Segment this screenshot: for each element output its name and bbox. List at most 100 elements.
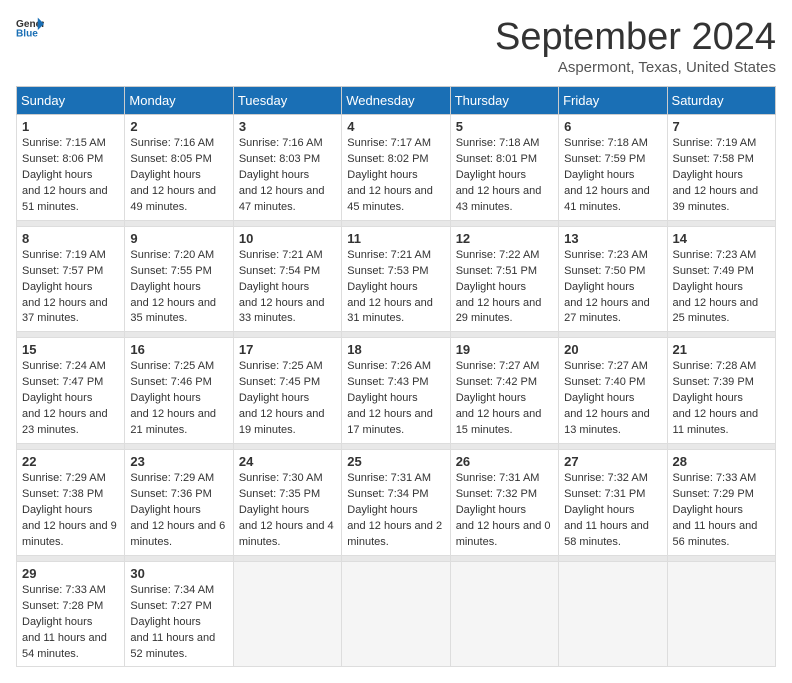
weekday-header-row: Sunday Monday Tuesday Wednesday Thursday…: [17, 87, 776, 115]
day-info: Sunrise: 7:22 AM Sunset: 7:51 PM Dayligh…: [456, 248, 553, 328]
day-number: 5: [456, 119, 553, 134]
day-number: 10: [239, 231, 336, 246]
day-info: Sunrise: 7:19 AM Sunset: 7:58 PM Dayligh…: [673, 136, 770, 216]
day-info: Sunrise: 7:16 AM Sunset: 8:03 PM Dayligh…: [239, 136, 336, 216]
day-cell-27: 27 Sunrise: 7:32 AM Sunset: 7:31 PM Dayl…: [559, 450, 667, 556]
day-info: Sunrise: 7:21 AM Sunset: 7:54 PM Dayligh…: [239, 248, 336, 328]
day-cell-11: 11 Sunrise: 7:21 AM Sunset: 7:53 PM Dayl…: [342, 226, 450, 332]
day-number: 23: [130, 454, 227, 469]
day-number: 9: [130, 231, 227, 246]
day-cell-25: 25 Sunrise: 7:31 AM Sunset: 7:34 PM Dayl…: [342, 450, 450, 556]
day-number: 30: [130, 566, 227, 581]
day-number: 2: [130, 119, 227, 134]
header-monday: Monday: [125, 87, 233, 115]
logo: General Blue: [16, 16, 44, 38]
week-row-4: 22 Sunrise: 7:29 AM Sunset: 7:38 PM Dayl…: [17, 450, 776, 556]
day-cell-2: 2 Sunrise: 7:16 AM Sunset: 8:05 PM Dayli…: [125, 115, 233, 221]
day-info: Sunrise: 7:31 AM Sunset: 7:32 PM Dayligh…: [456, 471, 553, 551]
day-number: 3: [239, 119, 336, 134]
day-info: Sunrise: 7:26 AM Sunset: 7:43 PM Dayligh…: [347, 359, 444, 439]
day-info: Sunrise: 7:28 AM Sunset: 7:39 PM Dayligh…: [673, 359, 770, 439]
day-cell-10: 10 Sunrise: 7:21 AM Sunset: 7:54 PM Dayl…: [233, 226, 341, 332]
day-number: 27: [564, 454, 661, 469]
empty-cell: [342, 561, 450, 667]
day-number: 22: [22, 454, 119, 469]
day-number: 25: [347, 454, 444, 469]
day-number: 13: [564, 231, 661, 246]
day-info: Sunrise: 7:21 AM Sunset: 7:53 PM Dayligh…: [347, 248, 444, 328]
day-cell-22: 22 Sunrise: 7:29 AM Sunset: 7:38 PM Dayl…: [17, 450, 125, 556]
empty-cell: [559, 561, 667, 667]
day-cell-17: 17 Sunrise: 7:25 AM Sunset: 7:45 PM Dayl…: [233, 338, 341, 444]
day-number: 18: [347, 342, 444, 357]
day-cell-7: 7 Sunrise: 7:19 AM Sunset: 7:58 PM Dayli…: [667, 115, 775, 221]
day-number: 20: [564, 342, 661, 357]
day-cell-13: 13 Sunrise: 7:23 AM Sunset: 7:50 PM Dayl…: [559, 226, 667, 332]
day-info: Sunrise: 7:25 AM Sunset: 7:45 PM Dayligh…: [239, 359, 336, 439]
empty-cell: [667, 561, 775, 667]
day-info: Sunrise: 7:34 AM Sunset: 7:27 PM Dayligh…: [130, 583, 227, 663]
day-cell-30: 30 Sunrise: 7:34 AM Sunset: 7:27 PM Dayl…: [125, 561, 233, 667]
day-cell-16: 16 Sunrise: 7:25 AM Sunset: 7:46 PM Dayl…: [125, 338, 233, 444]
day-cell-24: 24 Sunrise: 7:30 AM Sunset: 7:35 PM Dayl…: [233, 450, 341, 556]
day-cell-21: 21 Sunrise: 7:28 AM Sunset: 7:39 PM Dayl…: [667, 338, 775, 444]
day-number: 19: [456, 342, 553, 357]
week-row-3: 15 Sunrise: 7:24 AM Sunset: 7:47 PM Dayl…: [17, 338, 776, 444]
week-row-2: 8 Sunrise: 7:19 AM Sunset: 7:57 PM Dayli…: [17, 226, 776, 332]
svg-text:Blue: Blue: [16, 28, 38, 38]
day-info: Sunrise: 7:24 AM Sunset: 7:47 PM Dayligh…: [22, 359, 119, 439]
month-title: September 2024: [495, 16, 776, 59]
day-info: Sunrise: 7:33 AM Sunset: 7:29 PM Dayligh…: [673, 471, 770, 551]
day-number: 21: [673, 342, 770, 357]
day-info: Sunrise: 7:23 AM Sunset: 7:50 PM Dayligh…: [564, 248, 661, 328]
day-cell-14: 14 Sunrise: 7:23 AM Sunset: 7:49 PM Dayl…: [667, 226, 775, 332]
logo-icon: General Blue: [16, 16, 44, 38]
day-number: 28: [673, 454, 770, 469]
empty-cell: [450, 561, 558, 667]
day-info: Sunrise: 7:32 AM Sunset: 7:31 PM Dayligh…: [564, 471, 661, 551]
day-cell-20: 20 Sunrise: 7:27 AM Sunset: 7:40 PM Dayl…: [559, 338, 667, 444]
week-row-1: 1 Sunrise: 7:15 AM Sunset: 8:06 PM Dayli…: [17, 115, 776, 221]
day-cell-19: 19 Sunrise: 7:27 AM Sunset: 7:42 PM Dayl…: [450, 338, 558, 444]
day-number: 8: [22, 231, 119, 246]
day-number: 24: [239, 454, 336, 469]
day-number: 7: [673, 119, 770, 134]
day-info: Sunrise: 7:18 AM Sunset: 7:59 PM Dayligh…: [564, 136, 661, 216]
week-row-5: 29 Sunrise: 7:33 AM Sunset: 7:28 PM Dayl…: [17, 561, 776, 667]
day-cell-9: 9 Sunrise: 7:20 AM Sunset: 7:55 PM Dayli…: [125, 226, 233, 332]
day-info: Sunrise: 7:31 AM Sunset: 7:34 PM Dayligh…: [347, 471, 444, 551]
day-cell-6: 6 Sunrise: 7:18 AM Sunset: 7:59 PM Dayli…: [559, 115, 667, 221]
header-wednesday: Wednesday: [342, 87, 450, 115]
day-cell-15: 15 Sunrise: 7:24 AM Sunset: 7:47 PM Dayl…: [17, 338, 125, 444]
header-thursday: Thursday: [450, 87, 558, 115]
day-info: Sunrise: 7:30 AM Sunset: 7:35 PM Dayligh…: [239, 471, 336, 551]
day-number: 1: [22, 119, 119, 134]
day-info: Sunrise: 7:20 AM Sunset: 7:55 PM Dayligh…: [130, 248, 227, 328]
day-cell-12: 12 Sunrise: 7:22 AM Sunset: 7:51 PM Dayl…: [450, 226, 558, 332]
day-number: 14: [673, 231, 770, 246]
page-header: General Blue September 2024 Aspermont, T…: [16, 16, 776, 76]
day-info: Sunrise: 7:33 AM Sunset: 7:28 PM Dayligh…: [22, 583, 119, 663]
day-info: Sunrise: 7:23 AM Sunset: 7:49 PM Dayligh…: [673, 248, 770, 328]
day-info: Sunrise: 7:27 AM Sunset: 7:40 PM Dayligh…: [564, 359, 661, 439]
day-cell-1: 1 Sunrise: 7:15 AM Sunset: 8:06 PM Dayli…: [17, 115, 125, 221]
calendar-table: Sunday Monday Tuesday Wednesday Thursday…: [16, 86, 776, 667]
day-info: Sunrise: 7:29 AM Sunset: 7:38 PM Dayligh…: [22, 471, 119, 551]
day-info: Sunrise: 7:25 AM Sunset: 7:46 PM Dayligh…: [130, 359, 227, 439]
day-number: 11: [347, 231, 444, 246]
day-number: 15: [22, 342, 119, 357]
day-number: 4: [347, 119, 444, 134]
day-cell-29: 29 Sunrise: 7:33 AM Sunset: 7:28 PM Dayl…: [17, 561, 125, 667]
day-info: Sunrise: 7:19 AM Sunset: 7:57 PM Dayligh…: [22, 248, 119, 328]
day-cell-8: 8 Sunrise: 7:19 AM Sunset: 7:57 PM Dayli…: [17, 226, 125, 332]
day-info: Sunrise: 7:17 AM Sunset: 8:02 PM Dayligh…: [347, 136, 444, 216]
day-info: Sunrise: 7:18 AM Sunset: 8:01 PM Dayligh…: [456, 136, 553, 216]
day-cell-18: 18 Sunrise: 7:26 AM Sunset: 7:43 PM Dayl…: [342, 338, 450, 444]
day-number: 6: [564, 119, 661, 134]
day-cell-23: 23 Sunrise: 7:29 AM Sunset: 7:36 PM Dayl…: [125, 450, 233, 556]
header-friday: Friday: [559, 87, 667, 115]
header-tuesday: Tuesday: [233, 87, 341, 115]
day-number: 17: [239, 342, 336, 357]
day-cell-5: 5 Sunrise: 7:18 AM Sunset: 8:01 PM Dayli…: [450, 115, 558, 221]
location-subtitle: Aspermont, Texas, United States: [495, 59, 776, 76]
